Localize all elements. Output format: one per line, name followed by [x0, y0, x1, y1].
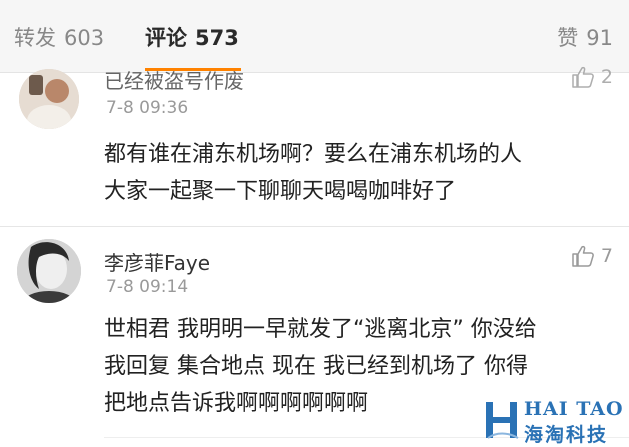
tab-comment[interactable]: 评论 573 [145, 22, 239, 52]
thumbs-up-icon [572, 245, 594, 267]
tab-comment-label: 评论 [145, 26, 187, 50]
watermark-en: HAI TAO [524, 398, 624, 420]
user-avatar[interactable] [19, 69, 79, 129]
comment-username[interactable]: 李彦菲Faye [104, 247, 210, 276]
like-count: 2 [600, 66, 613, 88]
comment-time: 7-8 09:36 [106, 98, 189, 118]
comment-text-line: 世相君 我明明一早就发了“逃离北京” 你没给 [104, 317, 537, 342]
avatar-image [17, 239, 81, 303]
comment-text-line: 我回复 集合地点 现在 我已经到机场了 你得 [104, 354, 528, 379]
tab-comment-count: 573 [195, 26, 239, 50]
tab-like-label: 赞 [557, 26, 579, 50]
like-count: 7 [600, 245, 613, 267]
comment-item: 已经被盗号作废 7-8 09:36 2 都有谁在浦东机场啊？要么在浦东机场的人 … [0, 66, 629, 226]
comment-text-line: 都有谁在浦东机场啊？要么在浦东机场的人 [104, 142, 523, 167]
watermark: HAI TAO 海淘科技 [484, 396, 629, 446]
comment-username[interactable]: 已经被盗号作废 [104, 65, 244, 94]
avatar-image [19, 69, 79, 129]
tab-like-count: 91 [586, 26, 613, 50]
comment-tab-bar: 转发 603 评论 573 赞 91 [0, 0, 629, 73]
comment-text-line: 大家一起聚一下聊聊天喝喝咖啡好了 [104, 179, 457, 204]
tab-repost-label: 转发 [14, 26, 56, 50]
watermark-cn: 海淘科技 [524, 424, 609, 446]
tab-like[interactable]: 赞 91 [557, 22, 613, 52]
like-button[interactable]: 2 [571, 66, 613, 88]
like-button[interactable]: 7 [571, 245, 613, 267]
tab-repost-count: 603 [64, 26, 105, 50]
thumbs-up-icon [572, 66, 594, 88]
tab-repost[interactable]: 转发 603 [14, 22, 104, 52]
haitao-logo-icon [486, 402, 519, 439]
comment-time: 7-8 09:14 [106, 277, 189, 297]
user-avatar[interactable] [17, 239, 81, 303]
comment-text: 都有谁在浦东机场啊？要么在浦东机场的人 大家一起聚一下聊聊天喝喝咖啡好了 [104, 136, 614, 210]
